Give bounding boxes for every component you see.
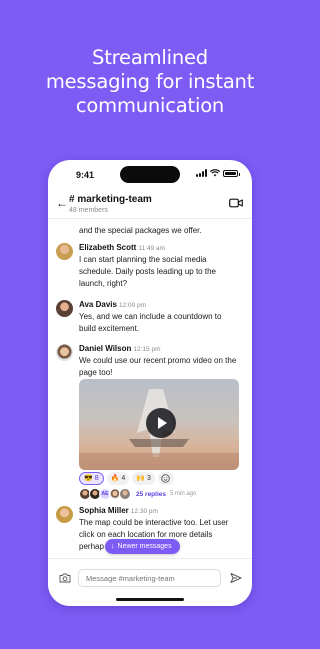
channel-header: ← # marketing-team 48 members bbox=[48, 190, 252, 218]
reply-time: 5 min ago bbox=[170, 491, 197, 497]
battery-icon bbox=[223, 169, 240, 177]
avatar[interactable] bbox=[56, 243, 73, 260]
message-text-line: The map could be interactive too. Let us… bbox=[79, 518, 229, 527]
reaction-chip[interactable]: 🙌 3 bbox=[132, 472, 155, 485]
back-arrow-icon[interactable]: ← bbox=[56, 197, 68, 209]
newer-messages-label: Newer messages bbox=[117, 543, 172, 550]
newer-messages-button[interactable]: ↓ Newer messages bbox=[105, 539, 180, 554]
message-text: and the special packages we offer. bbox=[79, 226, 202, 235]
message-text-line: schedule. Daily posts leading up to the bbox=[79, 267, 216, 276]
camera-icon[interactable] bbox=[59, 573, 71, 583]
reaction-count: 4 bbox=[121, 475, 126, 482]
message-time: 12:15 pm bbox=[133, 346, 161, 353]
reaction-count: 8 bbox=[94, 475, 99, 482]
headline-line-3: communication bbox=[75, 94, 225, 117]
channel-member-count: 48 members bbox=[69, 207, 108, 214]
avatar[interactable] bbox=[56, 344, 73, 361]
video-call-icon[interactable] bbox=[229, 198, 243, 208]
headline-line-1: Streamlined bbox=[92, 46, 208, 69]
message-daniel-wilson[interactable]: Daniel Wilson 12:15 pm We could use our r… bbox=[56, 343, 246, 379]
status-time: 9:41 bbox=[76, 170, 95, 180]
message-text-line: build excitement. bbox=[79, 324, 140, 333]
message-input[interactable] bbox=[78, 569, 221, 587]
sender-name[interactable]: Ava Davis bbox=[79, 300, 117, 309]
status-bar: 9:41 bbox=[48, 160, 252, 190]
message-text-line: launch, right? bbox=[79, 279, 128, 288]
reply-count[interactable]: 25 replies bbox=[136, 491, 166, 498]
signal-icon bbox=[196, 169, 207, 177]
sender-name[interactable]: Sophia Miller bbox=[79, 506, 129, 515]
message-feed[interactable]: and the special packages we offer. Eliza… bbox=[48, 218, 252, 558]
sender-name[interactable]: Daniel Wilson bbox=[79, 344, 131, 353]
message-text-line: I can start planning the social media bbox=[79, 255, 207, 264]
sunglasses-emoji-icon: 😎 bbox=[84, 475, 93, 482]
send-icon[interactable] bbox=[230, 572, 242, 584]
message-ava-davis[interactable]: Ava Davis 12:00 pm Yes, and we can includ… bbox=[56, 299, 246, 335]
add-reaction-button[interactable] bbox=[157, 472, 174, 485]
reaction-chip[interactable]: 😎 8 bbox=[79, 472, 104, 485]
play-icon[interactable] bbox=[146, 408, 176, 438]
reaction-chip[interactable]: 🔥 4 bbox=[106, 472, 130, 485]
channel-name[interactable]: # marketing-team bbox=[69, 194, 152, 205]
system-icons bbox=[196, 169, 240, 177]
fire-emoji-icon: 🔥 bbox=[110, 475, 120, 482]
marketing-headline: Streamlined messaging for instant commun… bbox=[0, 46, 300, 118]
wifi-icon bbox=[210, 169, 220, 177]
message-text-line: We could use our recent promo video on t… bbox=[79, 356, 237, 365]
avatar[interactable] bbox=[56, 300, 73, 317]
promo-video-thumbnail[interactable] bbox=[79, 379, 239, 470]
message-partial: and the special packages we offer. bbox=[56, 225, 246, 237]
message-time: 11:49 am bbox=[138, 245, 165, 252]
headline-line-2: messaging for instant bbox=[45, 70, 255, 93]
message-text-line: page too! bbox=[79, 368, 113, 377]
reaction-count: 3 bbox=[146, 475, 151, 482]
dynamic-island bbox=[120, 166, 180, 183]
thread-summary[interactable]: AE 25 replies 5 min ago bbox=[79, 488, 196, 500]
reaction-bar: 😎 8 🔥 4 🙌 3 bbox=[79, 472, 174, 485]
arrow-down-icon: ↓ bbox=[111, 543, 115, 550]
message-time: 12:00 pm bbox=[118, 302, 147, 309]
sender-name[interactable]: Elizabeth Scott bbox=[79, 243, 136, 252]
message-time: 12:30 pm bbox=[130, 508, 158, 515]
phone-screen: 9:41 ← # marketing-team 48 members and t bbox=[48, 160, 252, 606]
home-indicator bbox=[116, 598, 184, 601]
avatar[interactable] bbox=[56, 506, 73, 523]
message-text-line: Yes, and we can include a countdown to bbox=[79, 312, 222, 321]
message-elizabeth-scott[interactable]: Elizabeth Scott 11:49 am I can start plan… bbox=[56, 242, 246, 290]
avatar bbox=[119, 488, 131, 500]
raised-hands-emoji-icon: 🙌 bbox=[136, 475, 145, 482]
smiley-add-icon bbox=[161, 474, 171, 483]
message-composer bbox=[48, 558, 252, 606]
